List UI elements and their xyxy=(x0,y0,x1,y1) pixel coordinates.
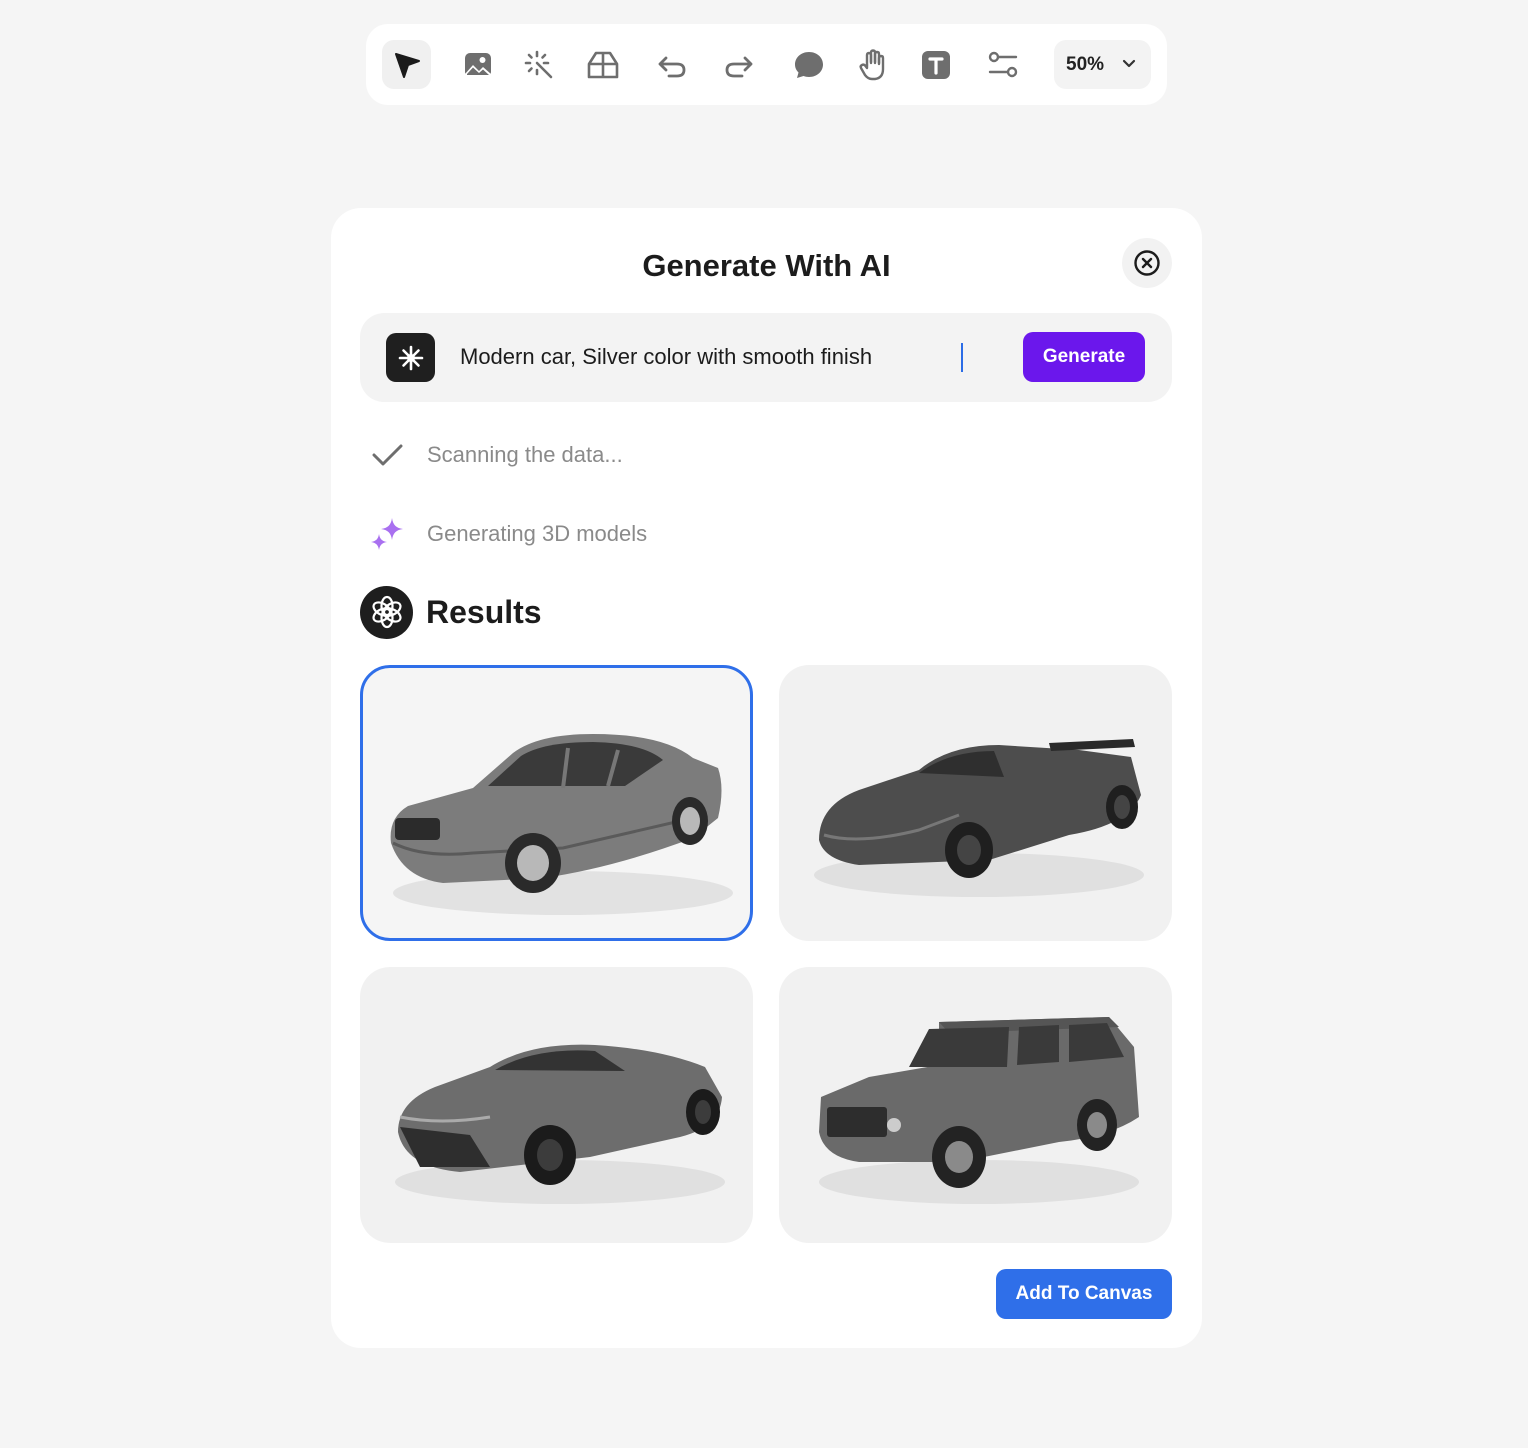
settings-tool-button[interactable] xyxy=(978,40,1027,89)
generate-button[interactable]: Generate xyxy=(1023,332,1145,382)
cursor-arrow-icon xyxy=(394,52,420,78)
openai-logo-icon xyxy=(371,595,402,629)
asterisk-sparkle-icon xyxy=(398,345,423,370)
prompt-icon-badge xyxy=(386,333,435,382)
dialog-title: Generate With AI xyxy=(642,248,891,283)
prompt-bar: Generate xyxy=(360,313,1172,402)
status-generating: Generating 3D models xyxy=(367,514,647,554)
status-text: Scanning the data... xyxy=(427,442,623,467)
add-to-canvas-button[interactable]: Add To Canvas xyxy=(996,1269,1172,1319)
hand-icon xyxy=(858,48,884,80)
generate-dialog: Generate With AI Generate xyxy=(331,208,1202,1348)
select-tool-button[interactable] xyxy=(382,40,431,89)
zoom-value: 50% xyxy=(1066,53,1105,75)
sliders-icon xyxy=(988,51,1017,77)
chat-bubble-icon xyxy=(794,51,823,78)
close-circle-icon xyxy=(1134,250,1160,276)
redo-icon xyxy=(725,56,752,77)
3d-box-icon xyxy=(587,51,618,78)
openai-logo xyxy=(360,585,413,639)
undo-icon xyxy=(658,56,685,77)
image-tool-button[interactable] xyxy=(453,40,502,89)
magic-wand-icon xyxy=(524,50,552,78)
check-icon xyxy=(372,444,403,466)
coupe-image xyxy=(395,1044,725,1204)
undo-button[interactable] xyxy=(647,40,696,89)
image-icon xyxy=(464,52,491,77)
roadster-image xyxy=(814,739,1144,897)
text-caret xyxy=(961,343,963,372)
close-button[interactable] xyxy=(1122,238,1172,288)
comment-tool-button[interactable] xyxy=(784,40,833,89)
sedan-image xyxy=(390,734,733,915)
result-card-coupe[interactable] xyxy=(360,967,753,1243)
text-tool-button[interactable] xyxy=(911,40,960,89)
status-scanning: Scanning the data... xyxy=(367,435,623,475)
suv-image xyxy=(819,1017,1139,1204)
magic-tool-button[interactable] xyxy=(514,40,563,89)
text-icon xyxy=(921,50,950,79)
status-text: Generating 3D models xyxy=(427,521,648,546)
result-card-suv[interactable] xyxy=(779,967,1172,1243)
prompt-input[interactable] xyxy=(460,337,990,377)
results-header: Results xyxy=(360,585,542,639)
sparkles-icon xyxy=(371,518,403,550)
hand-tool-button[interactable] xyxy=(848,40,897,89)
zoom-dropdown[interactable]: 50% xyxy=(1054,40,1151,89)
result-card-roadster[interactable] xyxy=(779,665,1172,941)
result-card-sedan[interactable] xyxy=(360,665,753,941)
results-title: Results xyxy=(426,593,542,630)
chevron-down-icon xyxy=(1122,59,1136,68)
redo-button[interactable] xyxy=(714,40,763,89)
3d-tool-button[interactable] xyxy=(578,40,627,89)
top-toolbar: 50% xyxy=(366,24,1167,105)
